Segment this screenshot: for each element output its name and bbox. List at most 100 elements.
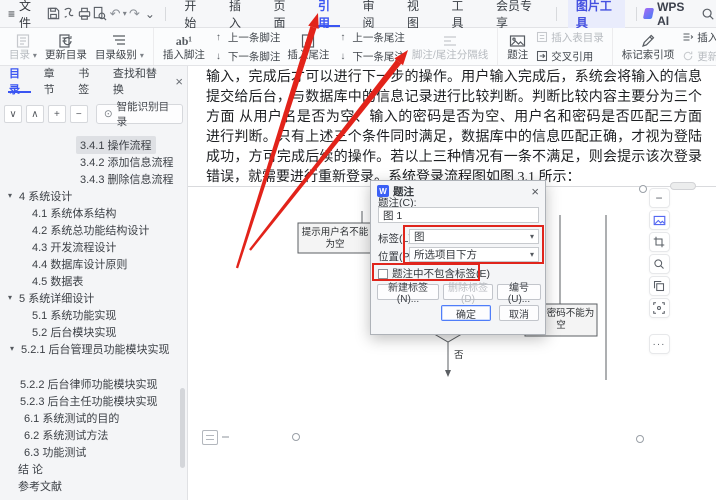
picture-floating-toolbar: − ··· <box>646 188 672 354</box>
insert-endnote-button[interactable]: 插入尾注 <box>283 31 333 63</box>
toc-item[interactable]: 4.1 系统体系结构 <box>0 204 187 221</box>
tab-page[interactable]: 页面 <box>261 0 306 28</box>
zoom-out-button[interactable]: − <box>70 105 88 123</box>
toc-item[interactable]: 6.2 系统测试方法 <box>0 426 187 443</box>
tab-member[interactable]: 会员专享 <box>484 0 549 28</box>
caption-button[interactable]: 题注 <box>503 31 532 63</box>
checkbox-icon[interactable] <box>378 269 388 279</box>
crop-button[interactable] <box>649 232 670 252</box>
toc-item[interactable]: 5.2 后台模块实现 <box>0 323 187 340</box>
new-tag-button[interactable]: 新建标签(N)... <box>377 284 439 300</box>
wps-ai-label: WPS AI <box>657 0 693 28</box>
toc-item[interactable]: 4.3 开发流程设计 <box>0 238 187 255</box>
collapse-toolbar-button[interactable]: − <box>649 188 670 208</box>
tab-review[interactable]: 审阅 <box>350 0 395 28</box>
arrow-up-icon: ↑ <box>212 32 225 43</box>
sidebar-tab-find-replace[interactable]: 查找和替换 <box>108 66 170 96</box>
layout-anchor-icon[interactable] <box>202 430 218 445</box>
tab-home[interactable]: 开始 <box>172 0 217 28</box>
sidebar-tab-bookmarks[interactable]: 书签 <box>73 66 104 96</box>
picture-edit-button[interactable] <box>649 210 670 230</box>
extract-text-button[interactable] <box>649 298 670 318</box>
image-selection-handle[interactable] <box>636 435 644 443</box>
toc-item[interactable]: 4.4 数据库设计原则 <box>0 255 187 272</box>
sidebar-scrollbar[interactable] <box>180 388 185 468</box>
redo-icon[interactable]: ↷ <box>127 5 142 23</box>
update-index-button[interactable]: 更新索引 <box>681 49 716 64</box>
arrow-up-icon: ↑ <box>336 32 349 43</box>
toc-item[interactable]: ▾5.2.1 后台管理员功能模块实现 <box>0 340 187 357</box>
file-menu-button[interactable]: ≡ 文件 <box>0 0 46 31</box>
tab-insert[interactable]: 插入 <box>217 0 262 28</box>
divider <box>556 7 557 21</box>
toc-item[interactable]: 结 论 <box>0 460 187 477</box>
insert-footnote-button[interactable]: ab¹ 插入脚注 <box>159 31 209 63</box>
sidebar-tab-chapters[interactable]: 章节 <box>39 66 70 96</box>
cross-reference-button[interactable]: 交叉引用 <box>535 49 604 64</box>
tab-tools[interactable]: 工具 <box>440 0 485 28</box>
sidebar-close-icon[interactable]: × <box>175 74 183 89</box>
wps-ai-button[interactable]: WPS AI <box>644 0 693 28</box>
toc-item[interactable]: ▾4 系统设计 <box>0 187 187 204</box>
toc-item[interactable]: 4.5 数据表 <box>0 272 187 289</box>
sidebar-tab-contents[interactable]: 目录 <box>4 66 35 96</box>
arrow-down-icon: ↓ <box>336 51 349 62</box>
toc-item[interactable]: 5.2.3 后台主任功能模块实现 <box>0 392 187 409</box>
update-toc-button[interactable]: 更新目录 <box>41 31 91 63</box>
toc-item[interactable]: 6.3 功能测试 <box>0 443 187 460</box>
cross-reference-icon <box>535 50 548 62</box>
toc-item[interactable]: 参考文献 <box>0 477 187 494</box>
tree-caret-icon[interactable]: ▾ <box>10 344 14 353</box>
tag-dropdown[interactable]: 图 ▾ <box>409 229 539 244</box>
numbering-button[interactable]: 编号(U)... <box>497 284 541 300</box>
caption-input[interactable] <box>378 207 539 223</box>
toc-item[interactable]: 3.4.1 操作流程 <box>0 136 187 153</box>
insert-index-button[interactable]: 插入索引 <box>681 30 716 45</box>
toc-item[interactable]: 6.1 系统测试的目的 <box>0 409 187 426</box>
tab-references[interactable]: 引用 <box>306 0 351 28</box>
toc-item[interactable]: 3.4.3 删除信息流程 <box>0 170 187 187</box>
expand-all-button[interactable]: ∨ <box>4 105 22 123</box>
toc-item[interactable]: 5.2.2 后台律师功能模块实现 <box>0 375 187 392</box>
zoom-in-button[interactable]: + <box>48 105 66 123</box>
tab-view[interactable]: 视图 <box>395 0 440 28</box>
print-icon[interactable] <box>77 5 92 23</box>
insert-table-of-figures-button[interactable]: 插入表目录 <box>535 30 604 45</box>
more-options-button[interactable]: ··· <box>649 334 670 354</box>
copy-button[interactable] <box>649 276 670 296</box>
customize-toolbar-icon[interactable]: ⌄ <box>142 5 157 23</box>
toc-button[interactable]: 目录 ▾ <box>5 31 41 63</box>
next-endnote-button[interactable]: ↓ 下一条尾注 <box>336 49 405 64</box>
search-icon[interactable] <box>701 5 716 23</box>
dropdown-caret-icon: ▾ <box>530 250 534 259</box>
tree-caret-icon[interactable]: ▾ <box>8 191 12 200</box>
print-preview-icon[interactable] <box>92 5 107 23</box>
next-footnote-button[interactable]: ↓ 下一条脚注 <box>212 49 281 64</box>
caption-picture-icon <box>509 32 526 49</box>
collapse-all-button[interactable]: ∧ <box>26 105 44 123</box>
tree-caret-icon[interactable]: ▾ <box>8 293 12 302</box>
toc-item[interactable]: 5.1 系统功能实现 <box>0 306 187 323</box>
save-icon[interactable] <box>46 5 61 23</box>
zoom-button[interactable] <box>649 254 670 274</box>
undo-icon[interactable]: ↶ <box>107 5 122 23</box>
insert-index-icon <box>681 31 694 43</box>
mark-index-entry-button[interactable]: 标记索引项 <box>618 31 679 63</box>
image-selection-handle[interactable] <box>292 433 300 441</box>
smart-toc-button[interactable]: ⊙ 智能识别目录 <box>96 104 183 124</box>
format-painter-icon[interactable] <box>61 5 76 23</box>
toc-item[interactable]: ▾5 系统详细设计 <box>0 289 187 306</box>
toc-item[interactable]: 4.2 系统总功能结构设计 <box>0 221 187 238</box>
delete-tag-button[interactable]: 删除标签(D) <box>443 284 493 300</box>
prev-footnote-button[interactable]: ↑ 上一条脚注 <box>212 30 281 45</box>
mark-index-icon <box>640 32 656 49</box>
ok-button[interactable]: 确定 <box>441 305 491 321</box>
footnote-separator-button[interactable]: 脚注/尾注分隔线 <box>408 31 492 63</box>
toc-level-button[interactable]: 目录级别 ▾ <box>91 31 148 63</box>
position-dropdown[interactable]: 所选项目下方 ▾ <box>409 247 539 262</box>
toc-item[interactable]: 3.4.2 添加信息流程 <box>0 153 187 170</box>
prev-endnote-button[interactable]: ↑ 上一条尾注 <box>336 30 405 45</box>
divider <box>636 7 637 21</box>
cancel-button[interactable]: 取消 <box>499 305 539 321</box>
dialog-close-icon[interactable]: × <box>531 185 539 198</box>
